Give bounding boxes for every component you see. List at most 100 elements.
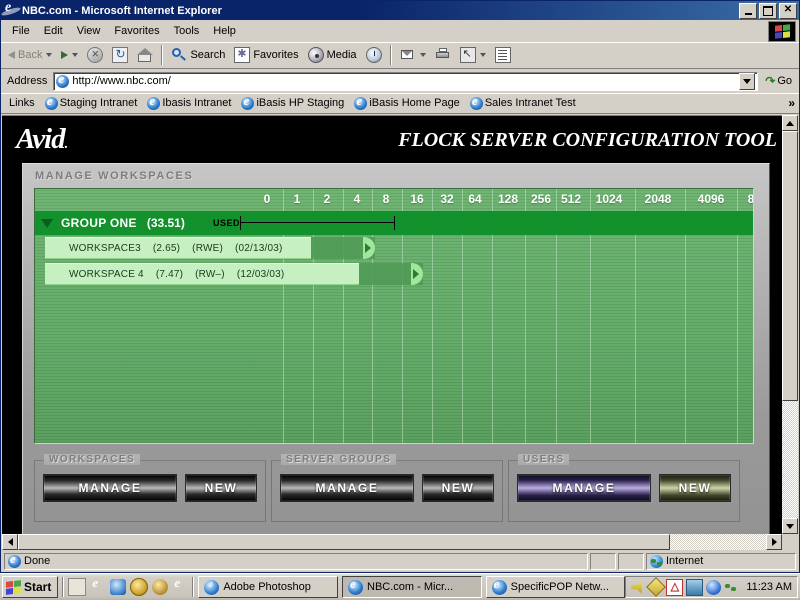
scroll-track-vertical[interactable] [782,131,798,518]
scale-tick: 4 [353,192,361,206]
workspace-label: WORKSPACE 4 (7.47) (RW–) (12/03/03) [69,269,296,280]
users-groupbox: USERS MANAGE NEW [508,454,740,522]
history-button[interactable] [362,44,386,66]
link-label: Staging Intranet [59,97,138,109]
internet-explorer-quicklaunch-icon[interactable] [90,579,106,595]
link-ibasis-home-page[interactable]: iBasis Home Page [350,96,464,111]
discuss-button[interactable] [491,44,515,66]
restore-button[interactable] [759,2,777,19]
used-bar [240,222,395,223]
link-icon [469,96,483,110]
horizontal-scrollbar[interactable] [2,534,782,550]
norton-icon[interactable] [646,577,667,597]
scroll-left-button[interactable] [2,534,18,550]
link-ibasis-intranet[interactable]: Ibasis Intranet [143,96,235,111]
scroll-thumb-vertical[interactable] [782,131,798,401]
scroll-track-horizontal[interactable] [18,534,766,550]
scale-tick: 16 [410,192,424,206]
search-icon [171,47,187,63]
chevron-down-icon[interactable] [419,53,426,57]
address-value: http://www.nbc.com/ [72,75,171,87]
start-button[interactable]: Start [2,576,59,598]
menu-edit[interactable]: Edit [37,23,70,39]
links-overflow-icon[interactable]: » [788,96,795,110]
scale-tick: 8 [382,192,390,206]
mail-button[interactable] [396,44,430,66]
scale-tick: 2048 [644,192,672,206]
task-adobe-photoshop[interactable]: Adobe Photoshop [198,576,338,598]
vertical-scrollbar[interactable] [782,115,798,534]
acrobat-icon[interactable]: △ [666,578,684,596]
workspaces-manage-button[interactable]: MANAGE [43,474,177,502]
menu-tools[interactable]: Tools [167,23,207,39]
scale-tick: 128 [497,192,519,206]
workspace-row[interactable]: WORKSPACE 4 (7.47) (RW–) (12/03/03) [35,263,753,285]
print-button[interactable] [431,44,455,66]
show-desktop-icon[interactable] [68,578,87,596]
media-player-icon[interactable] [130,578,149,596]
address-input[interactable]: http://www.nbc.com/ [53,71,759,91]
chevron-down-icon[interactable] [72,53,79,57]
users-new-button[interactable]: NEW [659,474,731,502]
home-button[interactable] [133,44,157,66]
group-size: (33.51) [146,216,185,230]
menu-file[interactable]: File [5,23,37,39]
volume-icon[interactable] [631,580,642,594]
used-label: USED [213,218,241,228]
globe-tray-icon[interactable] [724,580,739,595]
task-nbc-com[interactable]: NBC.com - Micr... [342,576,482,598]
scroll-thumb-horizontal[interactable] [18,534,670,550]
server-groups-new-button[interactable]: NEW [422,474,494,502]
chevron-down-icon[interactable] [46,53,53,57]
workspace-used-bar: WORKSPACE3 (2.65) (RWE) (02/13/03) [45,237,311,259]
favorites-icon [234,47,251,63]
go-button[interactable]: ↷ Go [761,74,796,88]
link-icon [147,96,161,110]
link-ibasis-hp-staging[interactable]: iBasis HP Staging [237,96,348,111]
favorites-button[interactable]: Favorites [230,44,302,66]
chevron-down-icon[interactable] [479,53,486,57]
minimize-button[interactable] [739,2,757,19]
menu-help[interactable]: Help [206,23,243,39]
search-button[interactable]: Search [167,44,229,66]
messenger-icon[interactable] [706,579,722,595]
clock[interactable]: 11:23 AM [746,581,792,593]
arrow-right-icon [61,51,69,59]
menu-view[interactable]: View [70,23,108,39]
avid-logo-mark: . [64,137,68,152]
link-icon [241,96,255,110]
link-sales-intranet-test[interactable]: Sales Intranet Test [466,96,580,111]
link-staging-intranet[interactable]: Staging Intranet [41,96,142,111]
menu-favorites[interactable]: Favorites [107,23,166,39]
back-button[interactable]: Back [4,44,56,66]
server-groups-manage-button[interactable]: MANAGE [280,474,414,502]
media-button[interactable]: Media [304,44,361,66]
button-row: MANAGE NEW [43,474,257,502]
security-zone-pane: Internet [646,552,796,570]
users-manage-button[interactable]: MANAGE [517,474,651,502]
edit-button[interactable] [456,44,490,66]
forward-button[interactable] [57,44,82,66]
group-name: GROUP ONE [61,216,137,230]
network-icon[interactable] [686,578,704,596]
winamp-icon[interactable] [152,579,169,595]
workspace-row[interactable]: WORKSPACE3 (2.65) (RWE) (02/13/03) [35,237,753,259]
stop-button[interactable] [83,44,107,66]
scroll-up-button[interactable] [782,115,798,131]
status-text: Done [24,555,51,567]
group-row[interactable]: GROUP ONE (33.51) USED [35,211,753,235]
task-specificpop[interactable]: SpecificPOP Netw... [485,576,626,598]
collapse-triangle-icon[interactable] [41,218,53,228]
address-dropdown-button[interactable] [739,72,756,90]
close-icon[interactable]: ✕ [779,2,797,19]
scroll-right-button[interactable] [766,534,782,550]
quick-launch [68,578,188,596]
refresh-button[interactable] [108,44,132,66]
outlook-express-icon[interactable] [110,579,127,595]
scroll-down-button[interactable] [782,518,798,534]
server-groups-groupbox: SERVER GROUPS MANAGE NEW [271,454,503,522]
browser-icon[interactable] [172,579,188,595]
internet-explorer-icon [348,579,363,595]
scale-tick: 32 [440,192,454,206]
workspaces-new-button[interactable]: NEW [185,474,257,502]
